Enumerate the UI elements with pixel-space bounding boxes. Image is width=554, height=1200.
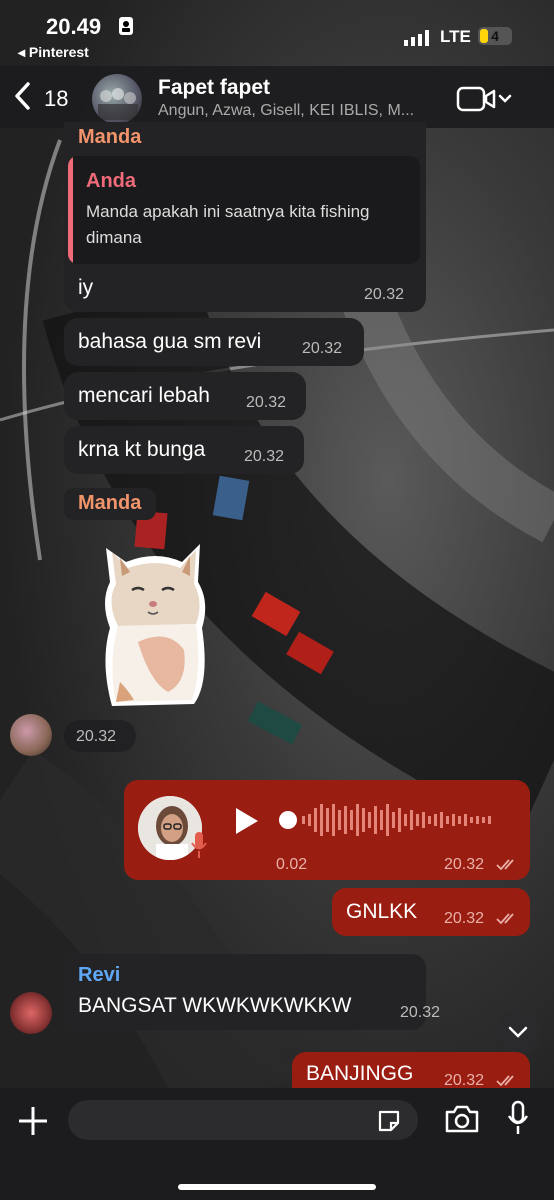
sticker-icon[interactable] [376, 1108, 402, 1134]
back-to-app-link[interactable]: ◂ Pinterest [18, 44, 89, 61]
sender-avatar[interactable] [10, 714, 52, 756]
message-bubble[interactable]: Manda Anda Manda apakah ini saatnya kita… [64, 122, 426, 312]
microphone-icon[interactable] [506, 1100, 530, 1136]
video-call-button[interactable] [456, 84, 516, 119]
quote-text-line1: Manda apakah ini saatnya kita fishing [86, 202, 370, 221]
sender-name: Manda [78, 492, 142, 514]
voice-waveform[interactable] [278, 800, 518, 840]
message-time: 20.32 [444, 856, 485, 873]
chevron-down-icon [508, 1026, 528, 1038]
battery-level: 4 [491, 28, 499, 44]
quoted-message[interactable]: Anda Manda apakah ini saatnya kita fishi… [68, 156, 420, 264]
message-input[interactable] [68, 1100, 418, 1140]
sender-name: Manda [78, 126, 142, 148]
message-bubble[interactable]: krna kt bunga 20.32 [64, 426, 304, 474]
signal-icon [404, 30, 429, 46]
mic-small-icon [191, 832, 207, 858]
back-chevron-icon[interactable] [12, 80, 34, 119]
cat-sticker[interactable] [98, 532, 214, 708]
sticker-sender-label: Manda [64, 488, 156, 520]
sender-avatar[interactable] [10, 992, 52, 1034]
read-checkmarks-icon [496, 913, 514, 925]
play-icon[interactable] [232, 806, 260, 836]
quote-sender-name: Anda [86, 170, 136, 192]
message-bubble[interactable]: bahasa gua sm revi 20.32 [64, 318, 364, 366]
status-time: 20.49 [46, 14, 102, 39]
message-time: 20.32 [400, 1004, 441, 1021]
unread-count[interactable]: 18 [44, 86, 68, 112]
group-members[interactable]: Angun, Azwa, Gisell, KEI IBLIS, M... [158, 102, 438, 120]
home-indicator[interactable] [178, 1184, 376, 1190]
video-camera-icon [456, 86, 512, 112]
message-text: BANJINGG [306, 1062, 414, 1085]
message-time: 20.32 [364, 286, 405, 303]
message-bubble[interactable]: mencari lebah 20.32 [64, 372, 306, 420]
read-checkmarks-icon [496, 1075, 514, 1087]
message-time: 20.32 [76, 728, 117, 745]
status-bar: 20.49 ◂ Pinterest LTE 4 [0, 0, 554, 70]
voice-duration: 0.02 [276, 856, 308, 873]
message-time: 20.32 [246, 394, 287, 411]
group-name[interactable]: Fapet fapet [158, 76, 270, 100]
scroll-to-bottom-button[interactable] [496, 1010, 540, 1054]
sender-name: Revi [78, 964, 121, 986]
sticker-time-badge: 20.32 [64, 720, 136, 752]
message-time: 20.32 [244, 448, 285, 465]
quote-text-line2: dimana [86, 228, 142, 247]
camera-icon[interactable] [444, 1104, 480, 1134]
plus-icon[interactable] [16, 1104, 50, 1138]
message-text: BANGSAT WKWKWKWKKW [78, 994, 352, 1017]
lock-screen-icon [119, 17, 133, 35]
battery-icon: 4 [478, 27, 512, 45]
chat-header: 18 Fapet fapet Angun, Azwa, Gisell, KEI … [0, 66, 554, 128]
message-text: mencari lebah [78, 384, 210, 407]
message-text: GNLKK [346, 900, 418, 923]
message-text: bahasa gua sm revi [78, 330, 262, 353]
read-checkmarks-icon [496, 859, 514, 871]
message-bubble[interactable]: Revi BANGSAT WKWKWKWKKW 20.32 [64, 954, 440, 1030]
voice-message-bubble[interactable]: 0.02 20.32 [124, 780, 530, 880]
message-time: 20.32 [444, 910, 485, 927]
message-time: 20.32 [302, 340, 343, 357]
message-text: iy [78, 276, 94, 299]
group-avatar[interactable] [92, 74, 142, 124]
network-type: LTE [440, 27, 471, 46]
message-bubble[interactable]: GNLKK 20.32 [332, 888, 530, 936]
message-text: krna kt bunga [78, 438, 206, 461]
